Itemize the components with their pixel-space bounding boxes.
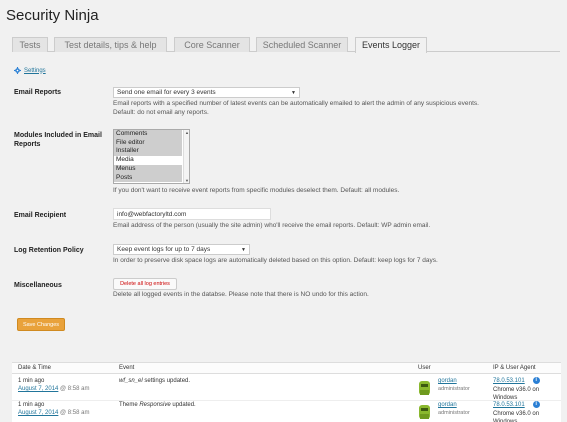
header-user: User [418, 365, 431, 371]
modules-label-line1: Modules Included in Email [14, 132, 102, 139]
email-reports-label: Email Reports [14, 89, 62, 96]
table-header: Date & Time Event User IP & User Agent [12, 363, 561, 374]
row-ip: 78.0.53.101 i [493, 401, 540, 409]
log-retention-value: Keep event logs for up to 7 days [117, 246, 211, 253]
header-event: Event [119, 365, 135, 371]
row-user: gordan [438, 377, 457, 385]
event-text: settings updated. [142, 378, 191, 384]
scroll-down-icon[interactable]: ▼ [184, 178, 189, 183]
log-retention-description: In order to preserve disk space logs are… [113, 257, 438, 264]
email-recipient-input[interactable]: info@webfactoryltd.com [113, 208, 271, 220]
header-date[interactable]: Date & Time [18, 365, 51, 371]
row-date: August 7, 2014 @ 8:58 am [18, 385, 89, 393]
email-reports-value: Send one email for every 3 events [117, 89, 216, 96]
table-row: 1 min ago August 7, 2014 @ 8:58 am wf_sn… [12, 376, 561, 401]
info-icon[interactable]: i [532, 377, 540, 384]
gear-icon [14, 67, 21, 74]
tab-events-logger[interactable]: Events Logger [355, 37, 427, 53]
page-title: Security Ninja [6, 7, 99, 24]
save-changes-button[interactable]: Save Changes [17, 318, 65, 331]
module-option-menus[interactable]: Menus [114, 164, 182, 174]
tab-core-scanner[interactable]: Core Scanner [174, 37, 250, 52]
date-link[interactable]: August 7, 2014 [18, 410, 58, 416]
settings-link[interactable]: Settings [14, 67, 46, 74]
misc-description: Delete all logged events in the databse.… [113, 291, 369, 298]
row-role: administrator [438, 386, 470, 392]
user-link[interactable]: gordan [438, 378, 457, 384]
dropdown-arrow-icon: ▼ [291, 90, 296, 96]
scroll-up-icon[interactable]: ▲ [184, 130, 189, 135]
avatar [419, 405, 430, 419]
avatar [419, 381, 430, 395]
row-agent: Chrome v36.0 on Windows [493, 411, 540, 422]
info-icon[interactable]: i [532, 401, 540, 408]
module-option-file-editor[interactable]: File editor [114, 138, 182, 148]
listbox-scrollbar[interactable]: ▲ ▼ [183, 130, 189, 183]
tab-scheduled-scanner[interactable]: Scheduled Scanner [256, 37, 348, 52]
row-ago: 1 min ago [18, 378, 45, 384]
user-link[interactable]: gordan [438, 402, 457, 408]
dropdown-arrow-icon: ▼ [241, 247, 246, 253]
ip-link[interactable]: 78.0.53.101 [493, 402, 525, 408]
row-date: August 7, 2014 @ 8:58 am [18, 409, 89, 417]
row-time: @ 8:58 am [58, 386, 90, 392]
modules-label-line2: Reports [14, 141, 41, 148]
tab-test-details[interactable]: Test details, tips & help [54, 37, 167, 52]
ip-link[interactable]: 78.0.53.101 [493, 378, 525, 384]
table-row: 1 min ago August 7, 2014 @ 8:58 am Theme… [12, 400, 561, 422]
row-ip: 78.0.53.101 i [493, 377, 540, 385]
tab-tests[interactable]: Tests [12, 37, 48, 52]
event-text: updated. [170, 402, 196, 408]
event-prefix: Theme [119, 402, 140, 408]
misc-label: Miscellaneous [14, 282, 62, 289]
header-ip: IP & User Agent [493, 365, 536, 371]
email-recipient-label: Email Recipient [14, 212, 67, 219]
module-option-installer[interactable]: Installer [114, 147, 182, 157]
row-time: @ 8:58 am [58, 410, 90, 416]
log-retention-select[interactable]: Keep event logs for up to 7 days ▼ [113, 244, 250, 255]
date-link[interactable]: August 7, 2014 [18, 386, 58, 392]
row-role: administrator [438, 410, 470, 416]
module-option-media[interactable]: Media [114, 156, 182, 165]
tab-bar: Tests Test details, tips & help Core Sca… [12, 37, 560, 53]
modules-listbox[interactable]: Comments File editor Installer Media Men… [113, 129, 190, 184]
log-retention-label: Log Retention Policy [14, 247, 84, 254]
email-recipient-description: Email address of the person (usually the… [113, 222, 431, 229]
module-option-posts[interactable]: Posts [114, 173, 182, 183]
modules-description: If you don't want to receive event repor… [113, 187, 400, 194]
event-subject: Responsive [139, 402, 171, 408]
row-event: Theme Responsive updated. [119, 401, 196, 409]
row-user: gordan [438, 401, 457, 409]
settings-link-label[interactable]: Settings [24, 68, 46, 74]
events-table: Date & Time Event User IP & User Agent 1… [12, 362, 561, 422]
email-reports-select[interactable]: Send one email for every 3 events ▼ [113, 87, 300, 98]
delete-logs-button[interactable]: Delete all log entries [113, 278, 177, 290]
row-ago: 1 min ago [18, 402, 45, 408]
row-event: wf_sn_el settings updated. [119, 377, 190, 385]
event-subject: wf_sn_el [119, 378, 143, 384]
email-reports-description: Email reports with a specified number of… [113, 100, 479, 107]
email-reports-default: Default: do not email any reports. [113, 109, 209, 116]
module-option-comments[interactable]: Comments [114, 130, 182, 139]
